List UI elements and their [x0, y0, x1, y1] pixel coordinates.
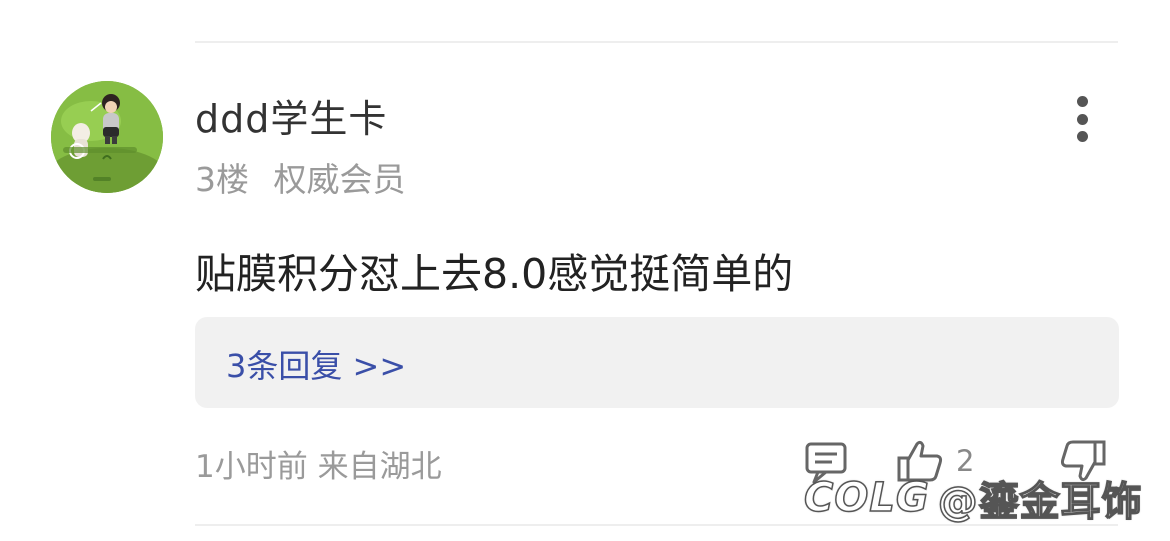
watermark-brand: COLG: [803, 474, 930, 522]
top-divider: [195, 41, 1118, 43]
user-meta: 3楼 权威会员: [195, 153, 406, 201]
watermark-author: @鎏金耳饰: [937, 478, 1143, 526]
time-location: 1小时前 来自湖北: [195, 449, 442, 485]
view-replies-link[interactable]: 3条回复 >>: [226, 341, 406, 387]
floor-number: 3楼: [195, 160, 249, 199]
more-options-button[interactable]: [1062, 94, 1102, 144]
member-badge: 权威会员: [273, 160, 406, 199]
avatar-image: [51, 81, 163, 193]
watermark: COLG @鎏金耳饰: [803, 470, 1143, 526]
replies-preview[interactable]: 3条回复 >>: [195, 317, 1119, 408]
bottom-divider: [195, 524, 1118, 526]
more-dot: [1076, 113, 1088, 125]
more-dot: [1076, 131, 1088, 142]
more-vertical-icon: [1076, 96, 1088, 107]
comment-content: 贴膜积分怼上去8.0感觉挺简单的: [195, 250, 794, 298]
username[interactable]: ddd学生卡: [195, 88, 387, 143]
comment-card: ddd学生卡 3楼 权威会员 贴膜积分怼上去8.0感觉挺简单的 3条回复 >> …: [0, 0, 1170, 541]
user-avatar[interactable]: [51, 81, 163, 193]
